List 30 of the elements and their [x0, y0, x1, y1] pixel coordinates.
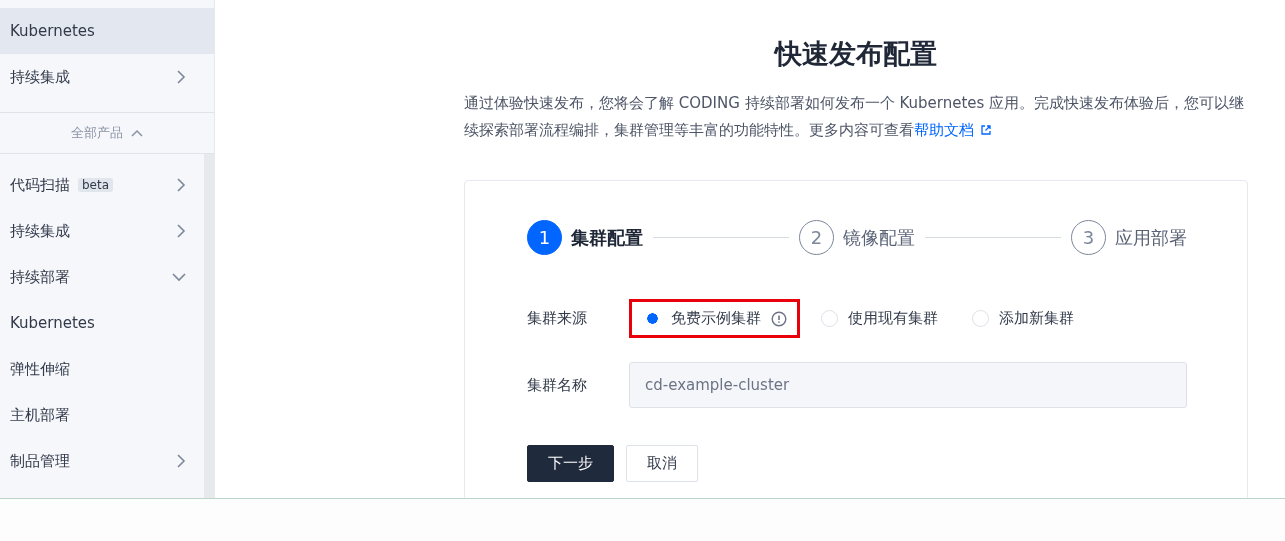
field-label: 集群名称: [527, 375, 588, 395]
sidebar-item[interactable]: 弹性伸缩: [0, 346, 204, 392]
radio-option[interactable]: 免费示例集群: [644, 309, 787, 328]
external-link-icon: [980, 124, 992, 136]
step-number: 1: [527, 220, 562, 255]
sidebar-item[interactable]: 持续集成: [0, 208, 204, 254]
sidebar-item[interactable]: 制品管理: [0, 438, 204, 484]
sidebar-item[interactable]: 主机部署: [0, 392, 204, 438]
sidebar-item[interactable]: 持续集成: [0, 54, 214, 100]
help-docs-link[interactable]: 帮助文档: [914, 121, 992, 139]
sidebar-item[interactable]: 持续部署: [0, 254, 204, 300]
sidebar-item[interactable]: Kubernetes: [0, 8, 214, 54]
beta-tag: beta: [78, 178, 114, 192]
radio-option[interactable]: 添加新集群: [972, 309, 1074, 328]
sidebar-item[interactable]: Kubernetes: [0, 300, 204, 346]
sidebar-item[interactable]: 代码扫描 beta: [0, 162, 204, 208]
step: 3 应用部署: [1071, 220, 1187, 255]
step: 1 集群配置: [527, 220, 643, 255]
radio-button[interactable]: [821, 310, 838, 327]
cancel-button[interactable]: 取消: [626, 445, 698, 482]
next-button[interactable]: 下一步: [527, 445, 614, 482]
field-label: 集群来源: [527, 309, 588, 328]
scrollbar[interactable]: [204, 154, 214, 498]
info-icon: [771, 310, 787, 327]
intro-text: 通过体验快速发布，您将会了解 CODING 持续部署如何发布一个 Kubernetes 应用。完成快速发布体验后，您可以继续探索部署流程编排，集群管理等丰富的功能特性。更多内容可查看帮助文档: [464, 93, 1246, 141]
step: 2 镜像配置: [799, 220, 915, 255]
radio-button[interactable]: [972, 310, 989, 327]
page-title: 快速发布配置: [775, 37, 937, 71]
chevron-up-icon: [131, 129, 143, 137]
radio-option[interactable]: 使用现有集群: [821, 309, 938, 328]
